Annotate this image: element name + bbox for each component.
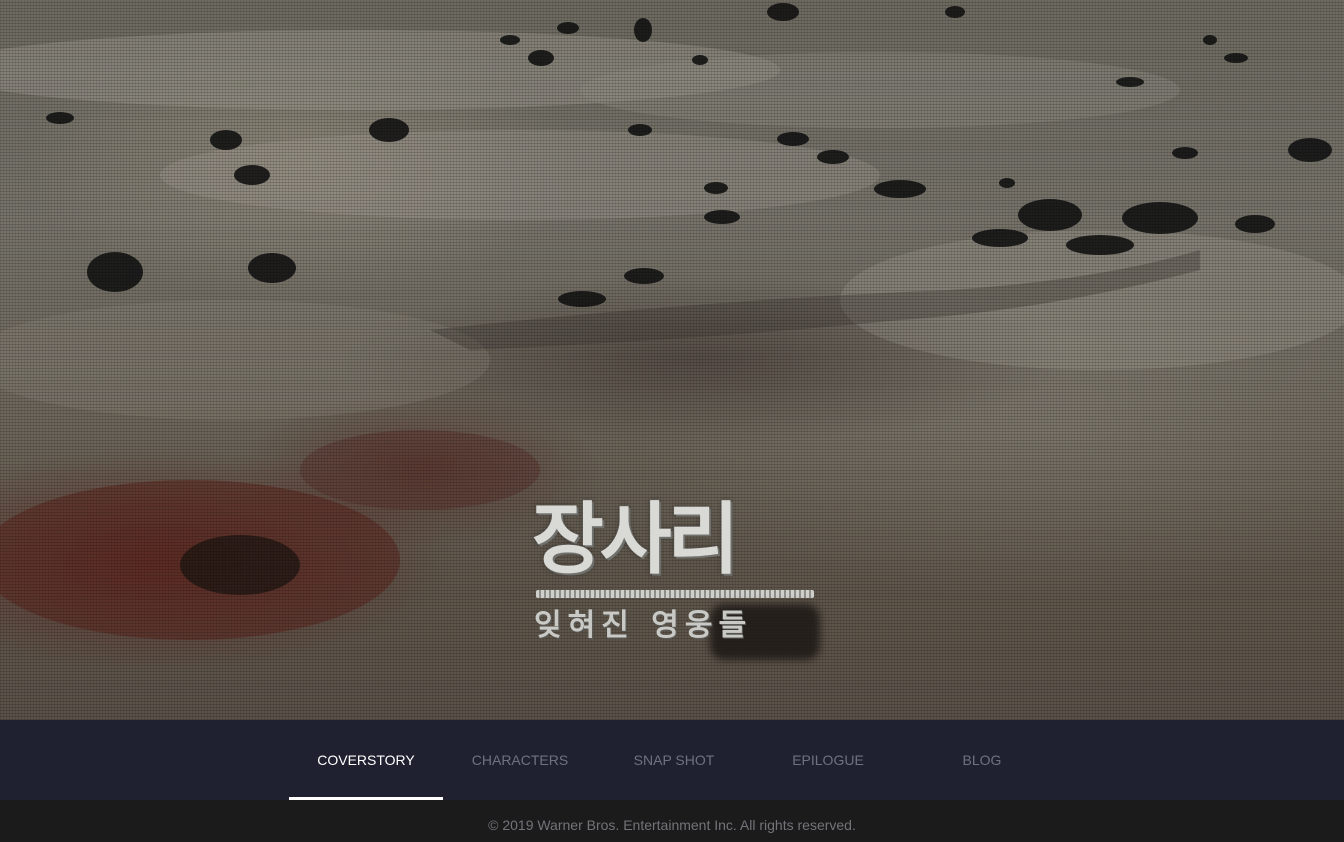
nav-item-blog[interactable]: BLOG [905, 720, 1059, 800]
nav-item-epilogue[interactable]: EPILOGUE [751, 720, 905, 800]
nav-list: COVERSTORY CHARACTERS SNAP SHOT EPILOGUE… [289, 720, 1059, 800]
logo-title: 장사리 [532, 495, 739, 585]
hero-banner: 장사리 잊혀진 영웅들 [0, 0, 1344, 720]
copyright-text: © 2019 Warner Bros. Entertainment Inc. A… [488, 817, 856, 833]
nav-item-characters[interactable]: CHARACTERS [443, 720, 597, 800]
main-navigation: COVERSTORY CHARACTERS SNAP SHOT EPILOGUE… [0, 720, 1344, 800]
footer: © 2019 Warner Bros. Entertainment Inc. A… [0, 800, 1344, 842]
nav-item-snap-shot[interactable]: SNAP SHOT [597, 720, 751, 800]
movie-logo: 장사리 잊혀진 영웅들 [532, 494, 822, 660]
logo-divider-bar [536, 590, 814, 598]
page: 장사리 잊혀진 영웅들 COVERSTORY CHARACTERS SNAP S… [0, 0, 1344, 842]
nav-item-coverstory[interactable]: COVERSTORY [289, 720, 443, 800]
logo-subtitle: 잊혀진 영웅들 [534, 608, 753, 643]
